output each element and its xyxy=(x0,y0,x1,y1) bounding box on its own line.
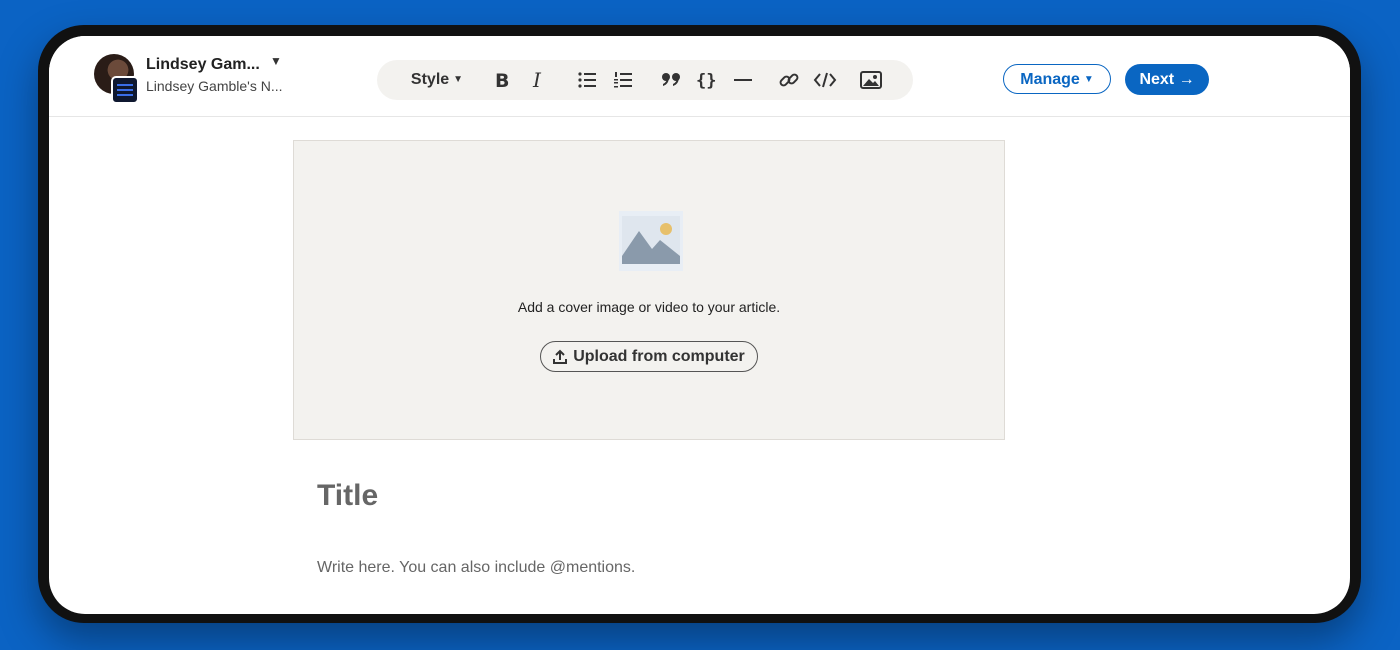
upload-label: Upload from computer xyxy=(573,347,745,365)
svg-text:I: I xyxy=(532,70,542,90)
title-input[interactable]: Title xyxy=(317,476,977,516)
profile-switcher[interactable]: Lindsey Gam... ▼ Lindsey Gamble's N... xyxy=(94,54,294,104)
top-bar: Lindsey Gam... ▼ Lindsey Gamble's N... S… xyxy=(49,36,1350,117)
divider-icon[interactable] xyxy=(729,60,757,100)
caret-down-icon: ▼ xyxy=(453,74,464,85)
cover-prompt: Add a cover image or video to your artic… xyxy=(517,299,781,315)
landscape-image-icon xyxy=(619,211,683,271)
style-label: Style xyxy=(410,71,450,88)
manage-label: Manage xyxy=(1020,71,1080,88)
newsletter-badge-icon xyxy=(111,76,139,104)
manage-button[interactable]: Manage ▼ xyxy=(1003,64,1111,94)
link-icon[interactable] xyxy=(775,60,803,100)
bold-icon[interactable]: B xyxy=(489,60,517,100)
quote-icon[interactable] xyxy=(657,60,685,100)
code-block-icon[interactable]: {} xyxy=(693,60,721,100)
next-button[interactable]: Next → xyxy=(1125,64,1209,95)
cover-image-dropzone[interactable]: Add a cover image or video to your artic… xyxy=(293,140,1005,440)
article-body-input[interactable]: Write here. You can also include @mentio… xyxy=(317,556,977,580)
italic-icon[interactable]: I xyxy=(525,60,553,100)
svg-text:B: B xyxy=(495,70,509,90)
caret-down-icon: ▼ xyxy=(270,54,282,68)
bulleted-list-icon[interactable] xyxy=(573,60,601,100)
embed-code-icon[interactable] xyxy=(811,60,839,100)
upload-icon xyxy=(553,349,568,364)
svg-text:{}: {} xyxy=(696,71,716,90)
caret-down-icon: ▼ xyxy=(1083,74,1094,85)
profile-name: Lindsey Gam... xyxy=(146,56,260,73)
profile-subtitle: Lindsey Gamble's N... xyxy=(146,78,283,94)
image-icon[interactable] xyxy=(857,60,885,100)
formatting-toolbar: Style ▼ B I {} xyxy=(377,60,913,100)
numbered-list-icon[interactable] xyxy=(609,60,637,100)
upload-from-computer-button[interactable]: Upload from computer xyxy=(540,341,758,372)
style-dropdown[interactable]: Style ▼ xyxy=(407,60,467,100)
editor-window: Lindsey Gam... ▼ Lindsey Gamble's N... S… xyxy=(49,36,1350,614)
